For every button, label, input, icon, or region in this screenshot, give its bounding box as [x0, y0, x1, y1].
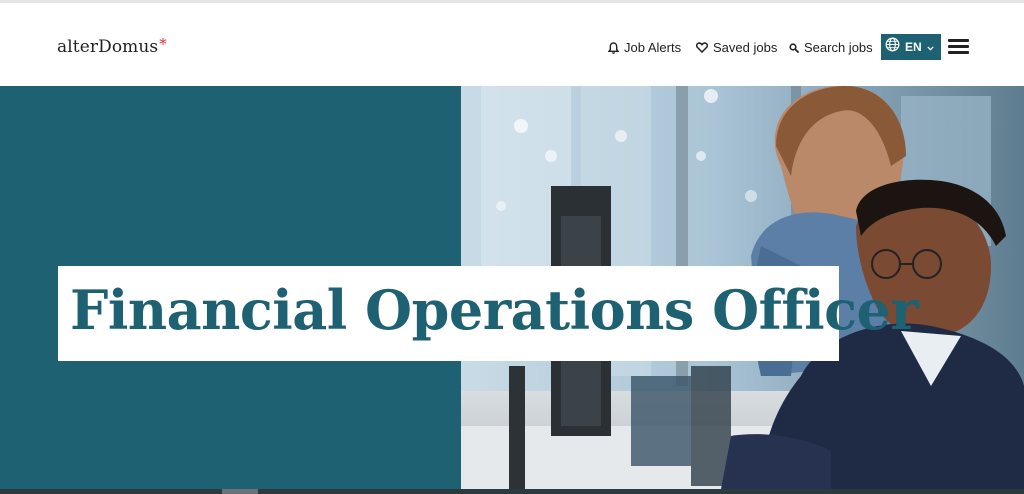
scrollbar-thumb[interactable] — [222, 489, 258, 494]
job-title: Financial Operations Officer — [70, 278, 919, 342]
horizontal-scrollbar[interactable] — [0, 489, 1024, 494]
job-title-banner: Financial Operations Officer — [58, 266, 919, 361]
logo-text: alterDomus — [57, 37, 159, 57]
bell-icon — [608, 41, 619, 54]
search-icon — [789, 42, 799, 53]
search-jobs-link[interactable]: Search jobs — [789, 40, 873, 55]
chevron-down-icon — [927, 38, 934, 56]
saved-jobs-link[interactable]: Saved jobs — [696, 40, 777, 55]
saved-jobs-label: Saved jobs — [713, 40, 778, 55]
site-logo[interactable]: alterDomus* — [57, 35, 167, 57]
hamburger-menu-icon[interactable] — [948, 39, 969, 55]
hero-banner: Financial Operations Officer — [0, 86, 1024, 489]
language-selector[interactable]: EN — [881, 34, 941, 60]
job-alerts-label: Job Alerts — [624, 40, 682, 55]
language-code: EN — [905, 40, 922, 54]
logo-star: * — [159, 35, 167, 53]
globe-icon — [885, 37, 900, 57]
job-alerts-link[interactable]: Job Alerts — [608, 40, 681, 55]
heart-icon — [696, 42, 708, 53]
search-jobs-label: Search jobs — [804, 40, 873, 55]
site-header: alterDomus* Job Alerts Saved jobs Search… — [0, 3, 1024, 86]
